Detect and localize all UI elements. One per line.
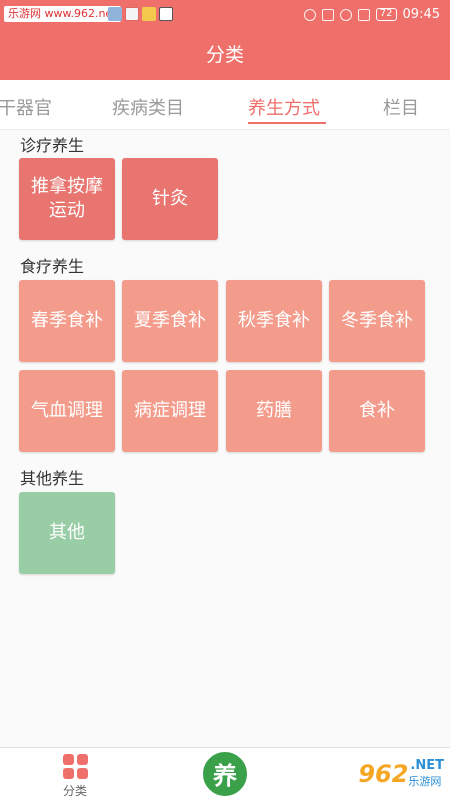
- system-status: 72 09:45: [303, 7, 440, 22]
- nfc-icon: [321, 8, 334, 21]
- mail-notification-icon: [142, 7, 156, 21]
- tile-disease-care[interactable]: 病症调理: [122, 370, 218, 452]
- clock: 09:45: [402, 7, 440, 22]
- watermark-net: .NET: [410, 758, 444, 773]
- tile-qi-blood[interactable]: 气血调理: [19, 370, 115, 452]
- clipboard-notification-icon: [159, 7, 173, 21]
- page-title: 分类: [0, 30, 450, 80]
- watermark-site: 乐游网: [408, 775, 442, 788]
- tab-columns[interactable]: 栏目: [383, 94, 419, 120]
- tile-spring-diet[interactable]: 春季食补: [19, 280, 115, 362]
- active-tab-indicator: [248, 122, 326, 124]
- grid-icon: [62, 754, 88, 779]
- watermark-962: 962 .NET 乐游网: [358, 756, 444, 792]
- tile-winter-diet[interactable]: 冬季食补: [329, 280, 425, 362]
- eye-icon: [303, 8, 316, 21]
- battery-indicator: 72: [375, 8, 397, 21]
- category-tabs: 干器官 疾病类目 养生方式 栏目: [0, 80, 450, 130]
- news-notification-icon: [125, 7, 139, 21]
- section-title-diet: 食疗养生: [20, 257, 85, 276]
- vibrate-icon: [357, 8, 370, 21]
- tile-acupuncture[interactable]: 针灸: [122, 158, 218, 240]
- tile-autumn-diet[interactable]: 秋季食补: [226, 280, 322, 362]
- nav-category-label: 分类: [62, 784, 87, 798]
- health-home-button[interactable]: 养: [201, 750, 249, 798]
- section-title-other: 其他养生: [20, 469, 85, 488]
- tab-health-methods[interactable]: 养生方式: [248, 94, 320, 120]
- section-title-diagnosis: 诊疗养生: [20, 136, 85, 155]
- notification-icons: [108, 7, 173, 21]
- nav-category[interactable]: 分类: [50, 754, 100, 799]
- tab-organs[interactable]: 干器官: [0, 94, 52, 120]
- tile-massage-exercise[interactable]: 推拿按摩 运动: [19, 158, 115, 240]
- tile-medicinal-food[interactable]: 药膳: [226, 370, 322, 452]
- tab-diseases[interactable]: 疾病类目: [112, 94, 184, 120]
- watermark-logo: 乐游网 www.962.net: [4, 6, 121, 22]
- tile-other[interactable]: 其他: [19, 492, 115, 574]
- status-bar: 乐游网 www.962.net 72 09:45: [0, 0, 450, 30]
- tile-summer-diet[interactable]: 夏季食补: [122, 280, 218, 362]
- tile-food-supplement[interactable]: 食补: [329, 370, 425, 452]
- category-content: 诊疗养生 推拿按摩 运动 针灸 食疗养生 春季食补 夏季食补 秋季食补 冬季食补…: [0, 131, 450, 747]
- mute-icon: [339, 8, 352, 21]
- bottom-nav: 分类 养 962 .NET 乐游网: [0, 747, 450, 800]
- watermark-number: 962: [358, 760, 409, 788]
- app-notification-icon: [108, 7, 122, 21]
